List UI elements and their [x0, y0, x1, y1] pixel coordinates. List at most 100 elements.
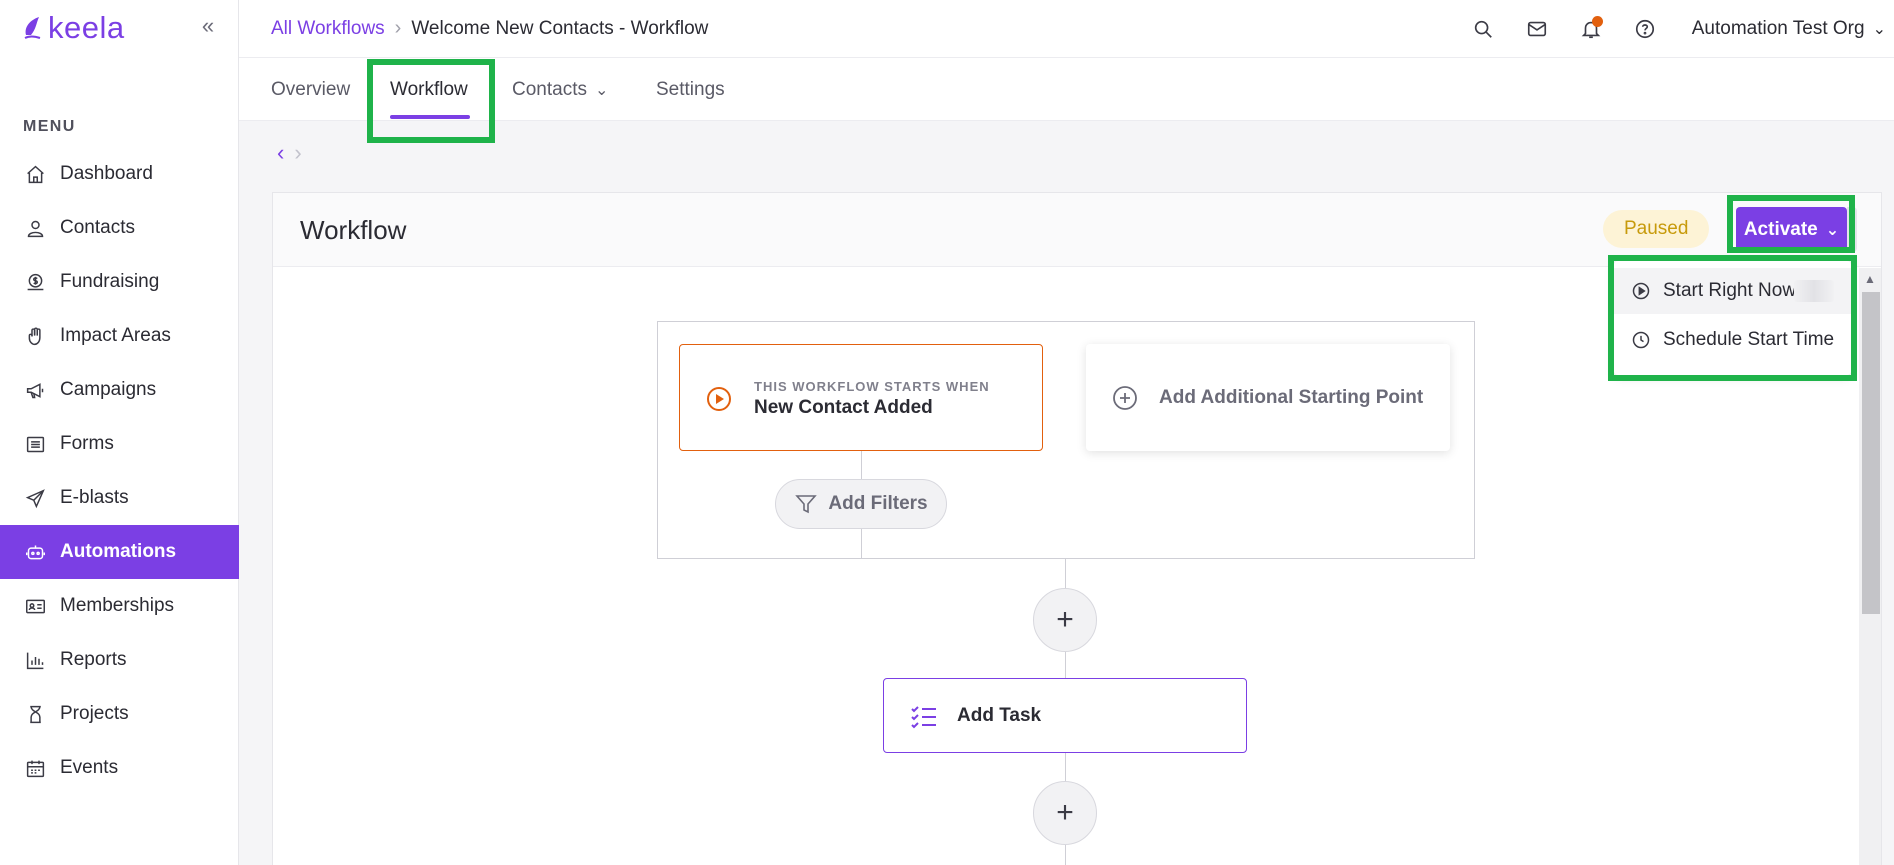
tab-contacts[interactable]: Contacts ⌄ — [512, 79, 608, 101]
keela-logo[interactable]: keela — [22, 10, 125, 46]
dollar-icon — [24, 271, 46, 293]
top-bar: All Workflows › Welcome New Contacts - W… — [239, 0, 1894, 58]
menu-item-start-right-now[interactable]: Start Right Now — [1614, 268, 1851, 314]
chevron-down-icon: ⌄ — [594, 82, 609, 99]
sidebar: keela « MENU Dashboard Contacts Fundrais… — [0, 0, 239, 865]
sidebar-item-label: Memberships — [60, 595, 175, 616]
chevron-down-icon: ⌄ — [1825, 221, 1840, 239]
megaphone-icon — [24, 379, 46, 401]
sidebar-item-label: Fundraising — [60, 271, 160, 292]
panel-header: Workflow Paused Activate ⌄ — [273, 193, 1881, 267]
add-task-card[interactable]: Add Task — [883, 678, 1247, 753]
org-name: Automation Test Org — [1691, 18, 1865, 39]
connector-line — [1065, 753, 1066, 783]
history-pager: ‹ › — [277, 140, 302, 166]
connector-line — [1065, 845, 1066, 865]
sidebar-item-forms[interactable]: Forms — [0, 417, 239, 471]
list-icon — [24, 433, 46, 455]
chevron-right-icon[interactable]: › — [294, 140, 301, 166]
sidebar-item-label: E-blasts — [60, 487, 129, 508]
robot-icon — [24, 541, 46, 563]
search-icon[interactable] — [1470, 16, 1496, 42]
tab-label: Overview — [271, 79, 351, 100]
add-filters-label: Add Filters — [828, 493, 928, 514]
scrollbar-thumb[interactable] — [1862, 292, 1880, 614]
sidebar-nav: Dashboard Contacts Fundraising Impact Ar… — [0, 147, 239, 795]
sidebar-item-contacts[interactable]: Contacts — [0, 201, 239, 255]
clock-icon — [1632, 331, 1650, 349]
sidebar-item-label: Contacts — [60, 217, 135, 238]
sidebar-item-fundraising[interactable]: Fundraising — [0, 255, 239, 309]
checklist-icon — [911, 706, 936, 729]
add-starting-point-label: Add Additional Starting Point — [1159, 387, 1424, 408]
connector-line — [1065, 652, 1066, 678]
sidebar-item-label: Automations — [60, 541, 177, 562]
scroll-up-arrow-icon[interactable]: ▲ — [1864, 272, 1876, 286]
redacted-chip — [1794, 280, 1834, 302]
activate-label: Activate — [1743, 218, 1818, 240]
trigger-card[interactable]: THIS WORKFLOW STARTS WHEN New Contact Ad… — [679, 344, 1043, 451]
sidebar-item-reports[interactable]: Reports — [0, 633, 239, 687]
sidebar-item-eblasts[interactable]: E-blasts — [0, 471, 239, 525]
home-icon — [24, 163, 46, 185]
bar-chart-icon — [24, 649, 46, 671]
add-step-button[interactable]: + — [1033, 781, 1097, 845]
vertical-scrollbar[interactable]: ▲ — [1859, 268, 1881, 865]
menu-item-schedule-start-time[interactable]: Schedule Start Time — [1614, 317, 1851, 363]
sidebar-item-campaigns[interactable]: Campaigns — [0, 363, 239, 417]
hourglass-icon — [24, 703, 46, 725]
help-icon[interactable] — [1632, 16, 1658, 42]
top-actions: Automation Test Org ⌄ — [1470, 14, 1894, 44]
bell-icon[interactable] — [1578, 16, 1604, 42]
breadcrumb-separator-icon: › — [394, 17, 402, 39]
tab-label: Workflow — [390, 79, 468, 100]
plus-circle-icon — [1113, 386, 1137, 410]
mail-icon[interactable] — [1524, 16, 1550, 42]
add-step-button[interactable]: + — [1033, 588, 1097, 652]
tab-bar: Overview Workflow Contacts ⌄ Settings — [239, 58, 1894, 121]
sidebar-item-label: Projects — [60, 703, 129, 724]
sidebar-item-events[interactable]: Events — [0, 741, 239, 795]
activate-dropdown-menu: Start Right Now Schedule Start Time — [1614, 261, 1851, 375]
sidebar-item-dashboard[interactable]: Dashboard — [0, 147, 239, 201]
add-filters-button[interactable]: Add Filters — [775, 479, 947, 529]
trigger-name: New Contact Added — [754, 397, 933, 418]
brand-name: keela — [48, 10, 125, 45]
paper-plane-icon — [24, 487, 46, 509]
tab-label: Contacts — [512, 79, 587, 100]
tab-workflow[interactable]: Workflow — [390, 79, 468, 101]
page-title: Workflow — [300, 215, 407, 245]
activate-button[interactable]: Activate ⌄ — [1736, 207, 1847, 252]
status-badge: Paused — [1603, 210, 1710, 248]
chevron-left-icon[interactable]: ‹ — [277, 140, 284, 166]
menu-label: MENU — [23, 118, 76, 135]
trigger-kicker: THIS WORKFLOW STARTS WHEN — [754, 379, 990, 394]
add-task-label: Add Task — [957, 705, 1042, 726]
sidebar-item-impact-areas[interactable]: Impact Areas — [0, 309, 239, 363]
sidebar-item-label: Events — [60, 757, 119, 778]
id-card-icon — [24, 595, 46, 617]
org-switcher[interactable]: Automation Test Org ⌄ — [1692, 18, 1886, 40]
hand-icon — [24, 325, 46, 347]
sidebar-item-memberships[interactable]: Memberships — [0, 579, 239, 633]
sidebar-item-label: Forms — [60, 433, 114, 454]
sidebar-item-automations[interactable]: Automations — [0, 525, 239, 579]
play-circle-icon — [707, 387, 731, 411]
breadcrumb-current: Welcome New Contacts - Workflow — [411, 17, 709, 39]
collapse-sidebar-icon[interactable]: « — [197, 15, 219, 38]
chevron-down-icon: ⌄ — [1872, 21, 1886, 38]
sidebar-item-label: Dashboard — [60, 163, 153, 184]
tab-overview[interactable]: Overview — [271, 79, 350, 101]
active-tab-underline — [390, 115, 470, 119]
activate-button-edge — [1847, 207, 1857, 252]
tab-label: Settings — [656, 79, 725, 100]
breadcrumb-all-workflows-link[interactable]: All Workflows — [271, 18, 385, 40]
filter-icon — [795, 495, 818, 514]
sidebar-item-label: Reports — [60, 649, 127, 670]
notification-dot — [1591, 16, 1603, 27]
tab-settings[interactable]: Settings — [656, 79, 725, 101]
play-circle-icon — [1632, 282, 1650, 300]
add-starting-point-card[interactable]: Add Additional Starting Point — [1086, 344, 1450, 451]
calendar-icon — [24, 757, 46, 779]
sidebar-item-projects[interactable]: Projects — [0, 687, 239, 741]
